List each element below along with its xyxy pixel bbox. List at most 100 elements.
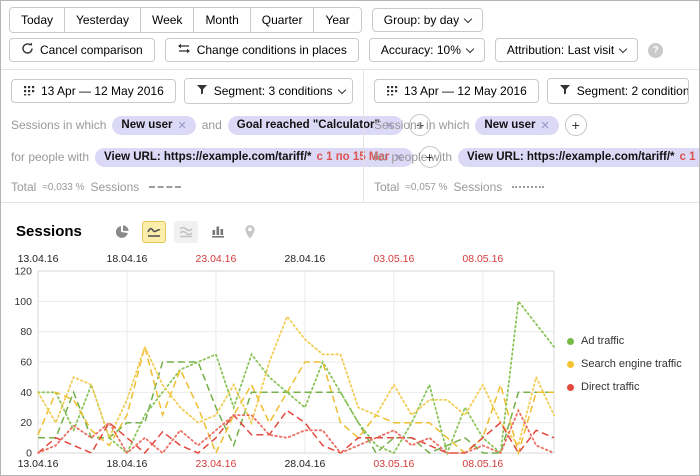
for-people-with-label: for people with [11,150,89,164]
change-conditions-label: Change conditions in places [197,43,347,57]
y-tick-label: 60 [20,357,32,369]
segment-dropdown-b[interactable]: Segment: 2 conditions [548,79,689,103]
attribution-label: Attribution: Last visit [507,43,614,57]
legend-label: Ad traffic [581,335,624,347]
period-year-button[interactable]: Year [314,8,360,32]
condition-chip-new-user[interactable]: New user ✕ [112,116,195,135]
period-yesterday-button[interactable]: Yesterday [65,8,141,32]
cancel-comparison-label: Cancel comparison [40,43,143,57]
segment-comparison-area: 13 Apr — 12 May 2016 Segment: 3 conditio… [1,69,699,203]
y-tick-label: 120 [14,266,32,278]
chip-label: Goal reached "Calculator" [237,119,380,131]
sessions-header: Sessions [1,203,699,249]
chip-label: View URL: https://example.com/tariff/* [104,151,311,163]
period-week-button[interactable]: Week [141,8,194,32]
help-icon[interactable]: ? [648,43,663,58]
y-tick-label: 100 [14,296,32,308]
series-search-engine-traffic-segment-2 [38,317,554,446]
y-tick-label: 20 [20,417,32,429]
sessions-in-which-label: Sessions in which [374,118,469,132]
line-style-sample-dotted [512,186,544,188]
date-range-button-a[interactable]: 13 Apr — 12 May 2016 [11,79,176,103]
calendar-icon [386,84,398,99]
group-by-label: Group: by day [384,13,459,27]
total-value: ≈0,057 % [405,182,447,193]
x-tick-label-bottom: 23.04.16 [195,458,236,470]
period-toolbar: Today Yesterday Week Month Quarter Year … [1,1,699,33]
y-tick-label: 40 [20,387,32,399]
x-tick-label-top: 18.04.16 [107,253,148,265]
area-chart-icon[interactable] [174,221,198,243]
chip-close-icon[interactable]: ✕ [178,119,187,132]
conjunction-label: and [202,118,222,132]
segment-panel-b: 13 Apr — 12 May 2016 Segment: 2 conditio… [363,70,699,202]
date-range-button-b[interactable]: 13 Apr — 12 May 2016 [374,79,539,103]
period-button-group: Today Yesterday Week Month Quarter Year [9,7,362,33]
app-window: Today Yesterday Week Month Quarter Year … [0,0,700,476]
accuracy-dropdown[interactable]: Accuracy: 10% [369,38,485,62]
comparison-toolbar: Cancel comparison Change conditions in p… [1,33,699,62]
x-tick-label-bottom: 03.05.16 [373,458,414,470]
condition-chip-new-user[interactable]: New user ✕ [475,116,558,135]
accuracy-label: Accuracy: 10% [381,43,461,57]
date-range-label: 13 Apr — 12 May 2016 [41,84,164,98]
line-style-sample-dashed [149,186,181,188]
legend-item-search-traffic[interactable]: Search engine traffic [567,358,682,370]
group-by-dropdown[interactable]: Group: by day [372,8,483,32]
change-conditions-button[interactable]: Change conditions in places [165,38,359,62]
segment-total-b: Total ≈0,057 % Sessions [374,180,689,194]
chart-legend: Ad traffic Search engine traffic Direct … [567,335,682,393]
date-range-label: 13 Apr — 12 May 2016 [404,84,527,98]
series-ad-traffic-segment-1 [38,362,554,453]
sessions-chart: 02040608010012013.04.1613.04.1618.04.161… [1,249,699,475]
cancel-comparison-button[interactable]: Cancel comparison [9,38,155,62]
legend-label: Search engine traffic [581,358,682,370]
for-people-with-label: for people with [374,150,452,164]
segment-panel-a: 13 Apr — 12 May 2016 Segment: 3 conditio… [1,70,363,202]
chip-label: New user [484,119,535,131]
sessions-in-which-label: Sessions in which [11,118,106,132]
series-direct-traffic-segment-2 [38,411,554,454]
segment-control-group-b: Segment: 2 conditions ✕ [547,78,689,104]
segment-dropdown-a[interactable]: Segment: 3 conditions [185,79,353,103]
column-chart-icon[interactable] [206,221,230,243]
total-metric: Sessions [454,180,503,194]
attribution-dropdown[interactable]: Attribution: Last visit [495,38,638,62]
chevron-down-icon [466,44,474,52]
calendar-icon [23,84,35,99]
chip-label: New user [121,119,172,131]
chip-label: View URL: https://example.com/tariff/* [467,151,674,163]
chevron-down-icon [337,85,345,93]
pie-chart-icon[interactable] [110,221,134,243]
segment-control-group-a: Segment: 3 conditions ✕ [184,78,353,104]
condition-chip-view-url[interactable]: View URL: https://example.com/tariff/* с… [458,148,700,167]
chart-type-switcher [110,221,262,243]
period-quarter-button[interactable]: Quarter [251,8,315,32]
x-tick-label-top: 28.04.16 [284,253,325,265]
line-chart-icon[interactable] [142,221,166,243]
swap-arrows-icon [177,43,191,57]
segment-label: Segment: 3 conditions [214,84,333,98]
legend-dot [567,361,574,368]
filter-icon [196,84,208,98]
x-tick-label-top: 03.05.16 [373,253,414,265]
total-label: Total [11,180,36,194]
total-metric: Sessions [91,180,140,194]
legend-label: Direct traffic [581,381,639,393]
chevron-down-icon [464,14,472,22]
period-today-button[interactable]: Today [10,8,65,32]
map-pin-icon[interactable] [238,221,262,243]
legend-dot [567,338,574,345]
chip-close-icon[interactable]: ✕ [541,119,550,132]
y-tick-label: 80 [20,326,32,338]
x-tick-label-top: 23.04.16 [195,253,236,265]
add-condition-button[interactable]: + [565,114,587,136]
chevron-down-icon [619,44,627,52]
legend-item-ad-traffic[interactable]: Ad traffic [567,335,682,347]
period-month-button[interactable]: Month [194,8,250,32]
x-tick-label-top: 08.05.16 [462,253,503,265]
legend-item-direct-traffic[interactable]: Direct traffic [567,381,682,393]
segment-label: Segment: 2 conditions [577,84,689,98]
filter-icon [559,84,571,98]
page-title: Sessions [16,223,82,240]
